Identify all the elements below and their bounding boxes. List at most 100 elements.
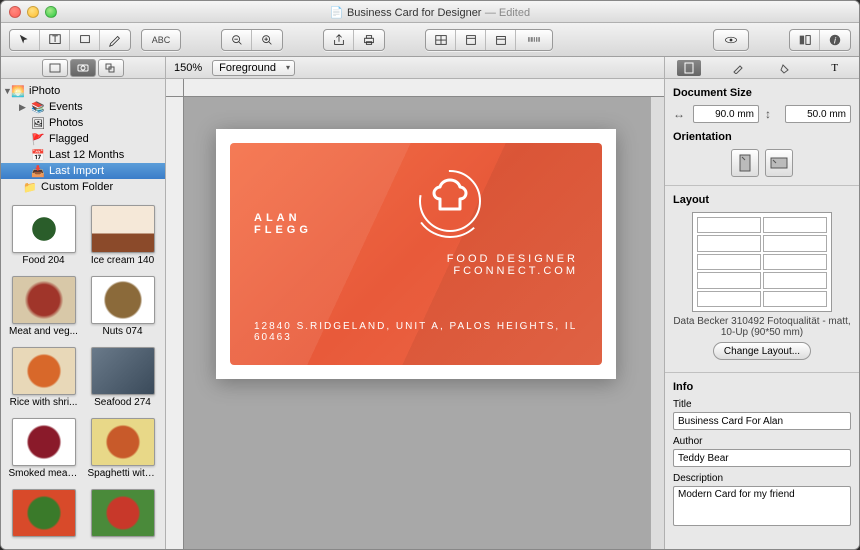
window-controls [9, 6, 57, 18]
tree-label: Photos [49, 117, 83, 129]
thumbnail-image [12, 489, 76, 537]
name-line2: FLEGG [254, 225, 312, 237]
share-button[interactable] [324, 30, 354, 50]
thumbnail-image [12, 276, 76, 324]
list-view-button[interactable] [456, 30, 486, 50]
thumbnail-item[interactable]: Rice with shri... [7, 347, 80, 414]
width-icon: ↔ [673, 107, 687, 121]
layer-value: Foreground [219, 62, 276, 74]
grid-view-button[interactable] [426, 30, 456, 50]
card-address: 12840 S.RIDGELAND, UNIT A, PALOS HEIGHTS… [254, 321, 578, 343]
edited-indicator: — Edited [485, 7, 530, 19]
text-tool[interactable]: T [40, 30, 70, 50]
thumbnail-image [12, 347, 76, 395]
panels-button[interactable] [790, 30, 820, 50]
vertical-scrollbar[interactable] [650, 97, 664, 549]
thumbnail-item[interactable]: Meat and veg... [7, 276, 80, 343]
iphoto-icon: 🌅 [11, 85, 25, 97]
tree-item-iphoto[interactable]: ▼🌅iPhoto [1, 83, 165, 99]
landscape-button[interactable] [765, 149, 793, 177]
thumbnail-item[interactable]: Food 204 [7, 205, 80, 272]
tool-group-font: ABC [141, 29, 181, 51]
toolbar: T ABC i [1, 23, 859, 57]
height-field[interactable]: 50.0 mm [785, 105, 851, 123]
thumbnail-label: Ice cream 140 [91, 255, 154, 266]
tree-item-photos[interactable]: 🖼 Photos [1, 115, 165, 131]
orientation-buttons [673, 149, 851, 177]
minimize-button[interactable] [27, 6, 39, 18]
horizontal-ruler [184, 79, 664, 97]
thumbnail-image [12, 418, 76, 466]
svg-text:T: T [52, 33, 58, 44]
tree-item-last-import[interactable]: 📥Last Import [1, 163, 165, 179]
canvas[interactable]: ALAN FLEGG FOOD DESIGNER FCONNECT.COM 12… [166, 79, 664, 549]
thumbnail-item[interactable]: Nuts 074 [86, 276, 159, 343]
left-panel-tabs [1, 57, 165, 79]
folder-icon: 📁 [23, 181, 37, 193]
document-tab[interactable] [677, 60, 701, 76]
description-field[interactable] [673, 486, 851, 526]
info-section: Info Title Author Description [665, 373, 859, 537]
layer-dropdown[interactable]: Foreground [212, 60, 295, 76]
section-heading: Info [673, 381, 851, 393]
author-field[interactable] [673, 449, 851, 467]
tree-item-custom-folder[interactable]: 📁Custom Folder [1, 179, 165, 195]
document-name: Business Card for Designer [347, 7, 482, 19]
portrait-button[interactable] [731, 149, 759, 177]
thumbnail-item[interactable]: Spaghetti with... [86, 418, 159, 485]
orientation-heading: Orientation [673, 131, 851, 143]
zoom-level[interactable]: 150% [174, 62, 202, 74]
thumbnail-label: Smoked meat 22 [9, 468, 79, 479]
thumbnail-image [91, 489, 155, 537]
title-field[interactable] [673, 412, 851, 430]
thumbnail-item[interactable]: Smoked meat 22 [7, 418, 80, 485]
thumbnail-item[interactable]: Ice cream 140 [86, 205, 159, 272]
tool-group-zoom [221, 29, 283, 51]
print-button[interactable] [354, 30, 384, 50]
arrow-tool[interactable] [10, 30, 40, 50]
disclosure-icon[interactable]: ▶ [19, 102, 26, 113]
thumbnail-item[interactable]: Seafood 274 [86, 347, 159, 414]
ruler-corner [166, 79, 184, 97]
page: ALAN FLEGG FOOD DESIGNER FCONNECT.COM 12… [216, 129, 616, 379]
barcode-button[interactable] [516, 30, 552, 50]
fill-tab[interactable] [774, 60, 798, 76]
photos-tab[interactable] [70, 59, 96, 77]
thumbnail-item[interactable] [86, 489, 159, 543]
calendar-view-button[interactable] [486, 30, 516, 50]
inspector-tabs: T [665, 57, 859, 79]
zoom-in-button[interactable] [252, 30, 282, 50]
tree-label: Flagged [49, 133, 89, 145]
thumbnail-item[interactable] [7, 489, 80, 543]
text-tab[interactable]: T [823, 60, 847, 76]
flag-icon: 🚩 [31, 133, 45, 145]
close-button[interactable] [9, 6, 21, 18]
thumbnail-image [91, 418, 155, 466]
font-panel-button[interactable]: ABC [142, 30, 180, 50]
zoom-button[interactable] [45, 6, 57, 18]
zoom-out-button[interactable] [222, 30, 252, 50]
business-card[interactable]: ALAN FLEGG FOOD DESIGNER FCONNECT.COM 12… [230, 143, 602, 365]
layout-preview [692, 212, 832, 312]
width-field[interactable]: 90.0 mm [693, 105, 759, 123]
shapes-tab[interactable] [98, 59, 124, 77]
clipart-tab[interactable] [42, 59, 68, 77]
change-layout-button[interactable]: Change Layout... [713, 342, 811, 360]
photos-icon: 🖼 [31, 117, 45, 129]
tree-item-last-12-months[interactable]: 📅Last 12 Months [1, 147, 165, 163]
info-button[interactable]: i [820, 30, 850, 50]
shape-tool[interactable] [70, 30, 100, 50]
tree-item-flagged[interactable]: 🚩 Flagged [1, 131, 165, 147]
disclosure-icon[interactable]: ▼ [3, 86, 12, 96]
thumbnail-label: Rice with shri... [10, 397, 78, 408]
field-label: Title [673, 399, 851, 410]
tree-item-events[interactable]: ▶📚Events [1, 99, 165, 115]
field-label: Author [673, 436, 851, 447]
brush-tab[interactable] [726, 60, 750, 76]
card-role: FOOD DESIGNER FCONNECT.COM [447, 253, 578, 277]
calendar-icon: 📅 [31, 149, 45, 161]
app-window: 📄 Business Card for Designer — Edited T … [0, 0, 860, 550]
preview-button[interactable] [714, 30, 748, 50]
section-heading: Document Size [673, 87, 851, 99]
pencil-tool[interactable] [100, 30, 130, 50]
